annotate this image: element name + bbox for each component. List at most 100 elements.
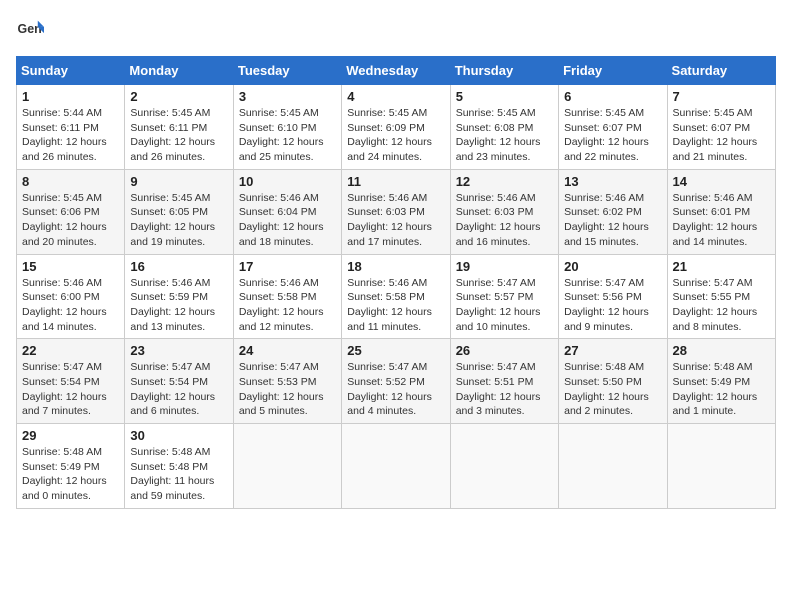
- day-info: Sunrise: 5:47 AMSunset: 5:55 PMDaylight:…: [673, 277, 758, 333]
- day-info: Sunrise: 5:46 AMSunset: 6:03 PMDaylight:…: [347, 192, 432, 248]
- calendar-cell: 5 Sunrise: 5:45 AMSunset: 6:08 PMDayligh…: [450, 85, 558, 170]
- day-number: 17: [239, 259, 336, 274]
- calendar-cell: 16 Sunrise: 5:46 AMSunset: 5:59 PMDaylig…: [125, 254, 233, 339]
- day-info: Sunrise: 5:47 AMSunset: 5:54 PMDaylight:…: [22, 361, 107, 417]
- day-number: 28: [673, 343, 770, 358]
- calendar-cell: 17 Sunrise: 5:46 AMSunset: 5:58 PMDaylig…: [233, 254, 341, 339]
- day-info: Sunrise: 5:47 AMSunset: 5:51 PMDaylight:…: [456, 361, 541, 417]
- day-number: 18: [347, 259, 444, 274]
- day-number: 9: [130, 174, 227, 189]
- day-number: 21: [673, 259, 770, 274]
- day-info: Sunrise: 5:45 AMSunset: 6:07 PMDaylight:…: [673, 107, 758, 163]
- day-number: 30: [130, 428, 227, 443]
- calendar-cell: 2 Sunrise: 5:45 AMSunset: 6:11 PMDayligh…: [125, 85, 233, 170]
- day-info: Sunrise: 5:47 AMSunset: 5:56 PMDaylight:…: [564, 277, 649, 333]
- calendar-cell: 13 Sunrise: 5:46 AMSunset: 6:02 PMDaylig…: [559, 169, 667, 254]
- calendar-week-2: 8 Sunrise: 5:45 AMSunset: 6:06 PMDayligh…: [17, 169, 776, 254]
- day-number: 13: [564, 174, 661, 189]
- day-number: 25: [347, 343, 444, 358]
- calendar-cell: 18 Sunrise: 5:46 AMSunset: 5:58 PMDaylig…: [342, 254, 450, 339]
- calendar-week-5: 29 Sunrise: 5:48 AMSunset: 5:49 PMDaylig…: [17, 424, 776, 509]
- logo-icon: Gen: [16, 16, 44, 44]
- calendar-cell: 12 Sunrise: 5:46 AMSunset: 6:03 PMDaylig…: [450, 169, 558, 254]
- day-info: Sunrise: 5:46 AMSunset: 6:01 PMDaylight:…: [673, 192, 758, 248]
- logo: Gen: [16, 16, 48, 44]
- calendar-cell: [342, 424, 450, 509]
- day-info: Sunrise: 5:48 AMSunset: 5:50 PMDaylight:…: [564, 361, 649, 417]
- col-header-saturday: Saturday: [667, 57, 775, 85]
- calendar-cell: 7 Sunrise: 5:45 AMSunset: 6:07 PMDayligh…: [667, 85, 775, 170]
- day-number: 3: [239, 89, 336, 104]
- day-info: Sunrise: 5:44 AMSunset: 6:11 PMDaylight:…: [22, 107, 107, 163]
- calendar-week-1: 1 Sunrise: 5:44 AMSunset: 6:11 PMDayligh…: [17, 85, 776, 170]
- calendar-cell: 25 Sunrise: 5:47 AMSunset: 5:52 PMDaylig…: [342, 339, 450, 424]
- day-info: Sunrise: 5:47 AMSunset: 5:57 PMDaylight:…: [456, 277, 541, 333]
- day-info: Sunrise: 5:46 AMSunset: 6:02 PMDaylight:…: [564, 192, 649, 248]
- day-number: 19: [456, 259, 553, 274]
- calendar-cell: 20 Sunrise: 5:47 AMSunset: 5:56 PMDaylig…: [559, 254, 667, 339]
- calendar-cell: 4 Sunrise: 5:45 AMSunset: 6:09 PMDayligh…: [342, 85, 450, 170]
- day-info: Sunrise: 5:46 AMSunset: 6:03 PMDaylight:…: [456, 192, 541, 248]
- day-info: Sunrise: 5:48 AMSunset: 5:49 PMDaylight:…: [22, 446, 107, 502]
- day-info: Sunrise: 5:46 AMSunset: 5:58 PMDaylight:…: [347, 277, 432, 333]
- calendar-cell: 3 Sunrise: 5:45 AMSunset: 6:10 PMDayligh…: [233, 85, 341, 170]
- day-number: 26: [456, 343, 553, 358]
- day-number: 8: [22, 174, 119, 189]
- day-number: 27: [564, 343, 661, 358]
- day-info: Sunrise: 5:45 AMSunset: 6:06 PMDaylight:…: [22, 192, 107, 248]
- day-number: 12: [456, 174, 553, 189]
- day-info: Sunrise: 5:48 AMSunset: 5:48 PMDaylight:…: [130, 446, 214, 502]
- day-info: Sunrise: 5:47 AMSunset: 5:54 PMDaylight:…: [130, 361, 215, 417]
- calendar-cell: 22 Sunrise: 5:47 AMSunset: 5:54 PMDaylig…: [17, 339, 125, 424]
- calendar-cell: 19 Sunrise: 5:47 AMSunset: 5:57 PMDaylig…: [450, 254, 558, 339]
- calendar-cell: 10 Sunrise: 5:46 AMSunset: 6:04 PMDaylig…: [233, 169, 341, 254]
- day-number: 16: [130, 259, 227, 274]
- calendar-cell: 8 Sunrise: 5:45 AMSunset: 6:06 PMDayligh…: [17, 169, 125, 254]
- col-header-friday: Friday: [559, 57, 667, 85]
- day-info: Sunrise: 5:45 AMSunset: 6:10 PMDaylight:…: [239, 107, 324, 163]
- day-info: Sunrise: 5:45 AMSunset: 6:08 PMDaylight:…: [456, 107, 541, 163]
- col-header-tuesday: Tuesday: [233, 57, 341, 85]
- day-info: Sunrise: 5:46 AMSunset: 5:58 PMDaylight:…: [239, 277, 324, 333]
- day-number: 11: [347, 174, 444, 189]
- day-number: 10: [239, 174, 336, 189]
- calendar-cell: 23 Sunrise: 5:47 AMSunset: 5:54 PMDaylig…: [125, 339, 233, 424]
- calendar-cell: 1 Sunrise: 5:44 AMSunset: 6:11 PMDayligh…: [17, 85, 125, 170]
- day-number: 4: [347, 89, 444, 104]
- day-number: 22: [22, 343, 119, 358]
- day-number: 6: [564, 89, 661, 104]
- calendar-table: SundayMondayTuesdayWednesdayThursdayFrid…: [16, 56, 776, 509]
- calendar-cell: 15 Sunrise: 5:46 AMSunset: 6:00 PMDaylig…: [17, 254, 125, 339]
- calendar-cell: [559, 424, 667, 509]
- day-number: 24: [239, 343, 336, 358]
- col-header-sunday: Sunday: [17, 57, 125, 85]
- calendar-cell: 28 Sunrise: 5:48 AMSunset: 5:49 PMDaylig…: [667, 339, 775, 424]
- calendar-cell: 27 Sunrise: 5:48 AMSunset: 5:50 PMDaylig…: [559, 339, 667, 424]
- day-number: 20: [564, 259, 661, 274]
- day-number: 5: [456, 89, 553, 104]
- calendar-cell: 26 Sunrise: 5:47 AMSunset: 5:51 PMDaylig…: [450, 339, 558, 424]
- calendar-cell: 21 Sunrise: 5:47 AMSunset: 5:55 PMDaylig…: [667, 254, 775, 339]
- day-info: Sunrise: 5:47 AMSunset: 5:53 PMDaylight:…: [239, 361, 324, 417]
- calendar-cell: [233, 424, 341, 509]
- calendar-week-3: 15 Sunrise: 5:46 AMSunset: 6:00 PMDaylig…: [17, 254, 776, 339]
- day-number: 14: [673, 174, 770, 189]
- calendar-cell: 6 Sunrise: 5:45 AMSunset: 6:07 PMDayligh…: [559, 85, 667, 170]
- day-info: Sunrise: 5:45 AMSunset: 6:11 PMDaylight:…: [130, 107, 215, 163]
- day-info: Sunrise: 5:46 AMSunset: 5:59 PMDaylight:…: [130, 277, 215, 333]
- col-header-monday: Monday: [125, 57, 233, 85]
- col-header-thursday: Thursday: [450, 57, 558, 85]
- calendar-cell: 24 Sunrise: 5:47 AMSunset: 5:53 PMDaylig…: [233, 339, 341, 424]
- day-number: 2: [130, 89, 227, 104]
- day-number: 1: [22, 89, 119, 104]
- calendar-cell: 29 Sunrise: 5:48 AMSunset: 5:49 PMDaylig…: [17, 424, 125, 509]
- col-header-wednesday: Wednesday: [342, 57, 450, 85]
- calendar-cell: 11 Sunrise: 5:46 AMSunset: 6:03 PMDaylig…: [342, 169, 450, 254]
- calendar-cell: 9 Sunrise: 5:45 AMSunset: 6:05 PMDayligh…: [125, 169, 233, 254]
- day-info: Sunrise: 5:45 AMSunset: 6:09 PMDaylight:…: [347, 107, 432, 163]
- day-number: 29: [22, 428, 119, 443]
- day-number: 23: [130, 343, 227, 358]
- day-info: Sunrise: 5:45 AMSunset: 6:07 PMDaylight:…: [564, 107, 649, 163]
- calendar-cell: [667, 424, 775, 509]
- day-info: Sunrise: 5:46 AMSunset: 6:04 PMDaylight:…: [239, 192, 324, 248]
